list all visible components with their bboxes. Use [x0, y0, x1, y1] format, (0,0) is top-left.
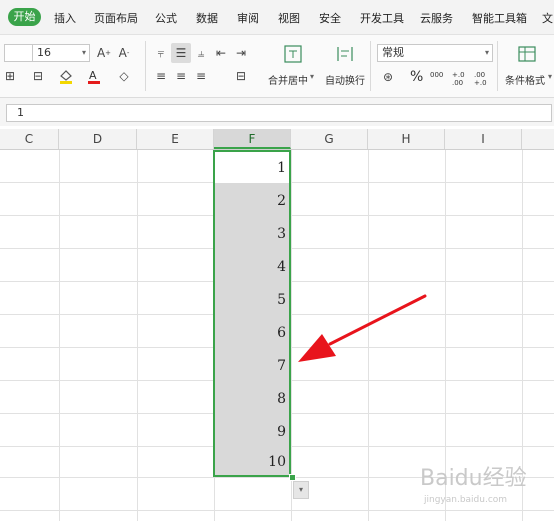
watermark-logo: Baidu经验 — [420, 466, 527, 491]
watermark-url: jingyan.baidu.com — [424, 495, 508, 505]
annotation-arrow-icon — [298, 294, 427, 362]
